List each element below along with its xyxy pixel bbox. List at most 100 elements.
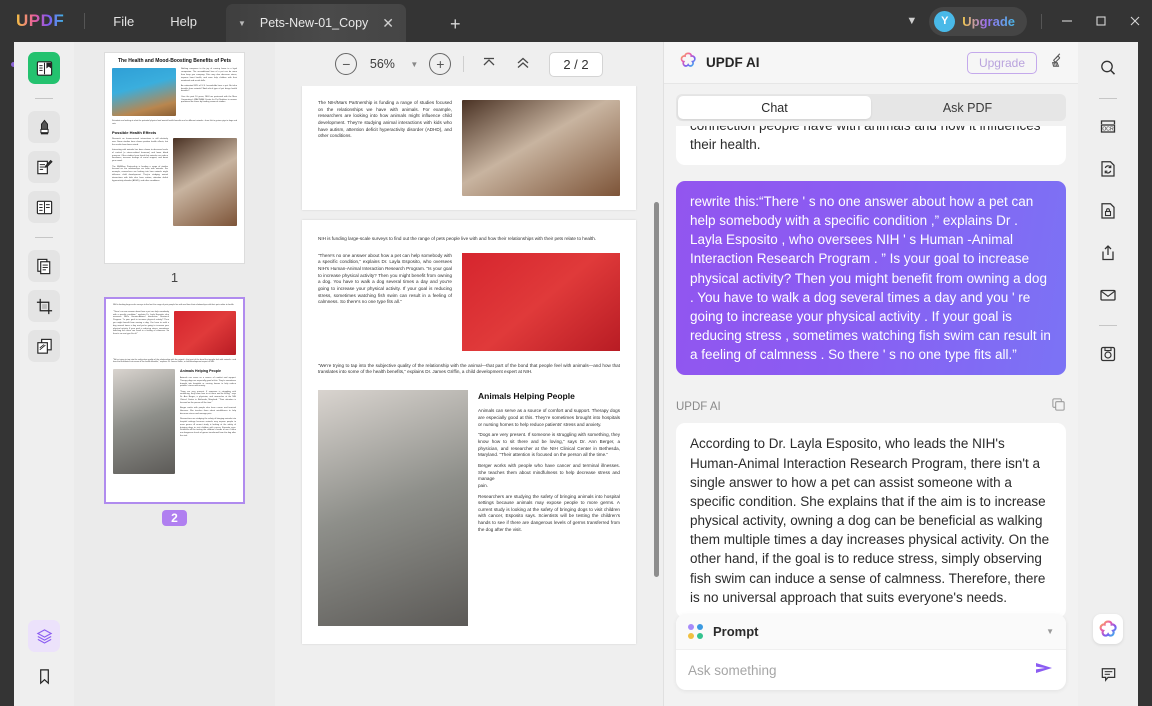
user-message-text: rewrite this:“There ' s no one answer ab…: [690, 194, 1051, 363]
chevron-down-icon[interactable]: ▼: [894, 15, 929, 27]
copy-icon[interactable]: [1051, 397, 1066, 417]
document-scrollbar[interactable]: [654, 202, 659, 577]
document-lock-icon: [1101, 203, 1115, 219]
page2-image-cat: [318, 389, 468, 626]
ocr-icon: OCR: [1100, 120, 1116, 133]
ai-panel-title: UPDF AI: [706, 55, 760, 70]
document-tab[interactable]: ▼ Pets-New-01_Copy ✕: [226, 4, 406, 42]
pdf-page-1-bottom: The NIH/Mars Partnership is funding a ra…: [302, 86, 636, 210]
page2-body-1: Animals can serve as a source of comfort…: [478, 408, 620, 427]
chevron-down-icon[interactable]: ▼: [238, 19, 246, 28]
page2-body-2: “Dogs are very present. If someone is st…: [478, 432, 620, 458]
right-item-search[interactable]: [1092, 52, 1124, 84]
thumb-section: Possible Health Effects: [112, 129, 157, 135]
right-item-share[interactable]: [1092, 237, 1124, 269]
right-dark-edge: [1138, 42, 1152, 706]
ai-upgrade-button[interactable]: Upgrade: [966, 51, 1037, 74]
comment-lines-icon: [1101, 667, 1115, 682]
document-viewer: − 56% ▼ + 2 / 2 The NIH/Mars Partnership…: [275, 42, 663, 706]
updf-ai-flower-icon: [680, 52, 697, 74]
sidebar-item-annotate[interactable]: [28, 111, 60, 143]
sidebar-item-layers[interactable]: [28, 620, 60, 652]
right-item-protect[interactable]: [1092, 195, 1124, 227]
avatar: Y: [934, 10, 956, 32]
page2-quote-1: “There's no one answer about how a pet c…: [318, 252, 452, 305]
zoom-out-button[interactable]: −: [335, 53, 358, 75]
new-tab-button[interactable]: +: [450, 14, 461, 35]
four-dots-icon: [688, 624, 703, 639]
titlebar-divider: [84, 13, 86, 29]
prompt-input[interactable]: [688, 662, 1034, 678]
chat-message-assistant: According to Dr. Layla Esposito, who lea…: [676, 423, 1066, 618]
thumbnail-page-2[interactable]: NIH is funding large-scale surveys to fi…: [104, 297, 245, 504]
window-divider: [1041, 13, 1042, 29]
go-to-top-icon[interactable]: [476, 55, 502, 74]
page2-body-4: Researchers are studying the safety of b…: [478, 493, 620, 532]
send-arrow-icon[interactable]: [1034, 660, 1054, 681]
page2-body-3: Berger works with people who have cancer…: [478, 462, 620, 482]
maximize-icon[interactable]: [1084, 0, 1118, 42]
envelope-icon: [1100, 289, 1116, 301]
page2-intro: NIH is funding large-scale surveys to fi…: [318, 236, 597, 241]
updf-app-window: UPDF File Help ▼ Pets-New-01_Copy ✕ + ▼ …: [0, 0, 1152, 706]
stacked-pages-icon: [36, 338, 52, 354]
sidebar-item-edit[interactable]: [28, 151, 60, 183]
crop-icon: [36, 298, 52, 314]
sidebar-item-organize[interactable]: [28, 330, 60, 362]
ai-panel-header: UPDF AI Upgrade: [664, 42, 1078, 84]
tab-label: Pets-New-01_Copy: [259, 16, 369, 30]
sidebar-item-page-tools[interactable]: [28, 250, 60, 282]
tab-ask-pdf[interactable]: Ask PDF: [871, 96, 1064, 119]
updf-logo-text: UPDF: [16, 11, 65, 30]
toolbar-divider: [463, 56, 465, 72]
sidebar-item-bookmarks[interactable]: [28, 660, 60, 692]
document-sync-icon: [1101, 161, 1115, 177]
titlebar-right-group: ▼ Y Upgrade: [894, 0, 1152, 42]
account-upgrade-button[interactable]: Y Upgrade: [929, 6, 1027, 36]
left-tool-rail: [14, 42, 74, 706]
sidebar-item-form[interactable]: [28, 191, 60, 223]
thumbnail-page-1[interactable]: The Health and Mood-Boosting Benefits of…: [104, 52, 245, 264]
zoom-in-button[interactable]: +: [429, 53, 452, 75]
updf-ai-flower-icon: [1099, 619, 1117, 637]
floppy-save-icon: [1100, 346, 1116, 362]
close-icon[interactable]: ✕: [382, 15, 394, 32]
updf-ai-panel: UPDF AI Upgrade Chat Ask PDF their healt…: [663, 42, 1078, 706]
rail-divider: [1099, 325, 1117, 326]
prompt-header[interactable]: Prompt ▼: [676, 614, 1066, 650]
minimize-icon[interactable]: [1050, 0, 1084, 42]
left-dark-edge: [0, 42, 16, 706]
close-icon[interactable]: [1118, 0, 1152, 42]
broom-icon[interactable]: [1050, 52, 1066, 73]
assistant-message-text: According to Dr. Layla Esposito, who lea…: [690, 436, 1050, 605]
layers-cube-icon: [36, 628, 52, 644]
sidebar-item-crop[interactable]: [28, 290, 60, 322]
right-item-email[interactable]: [1092, 279, 1124, 311]
rail-divider: [1099, 98, 1117, 99]
tab-chat[interactable]: Chat: [678, 96, 871, 119]
book-open-icon: [36, 60, 52, 76]
right-item-ocr[interactable]: OCR: [1092, 111, 1124, 143]
chevron-down-icon[interactable]: ▼: [1046, 627, 1054, 636]
right-item-save[interactable]: [1092, 338, 1124, 370]
page1-paragraph: The NIH/Mars Partnership is funding a ra…: [318, 100, 452, 139]
bookmark-icon: [39, 668, 49, 685]
right-item-comments[interactable]: [1092, 658, 1124, 690]
chevron-down-icon[interactable]: ▼: [407, 60, 421, 69]
thumbnail-label-1: 1: [170, 270, 179, 285]
ai-mode-tabs: Chat Ask PDF: [676, 94, 1066, 121]
menu-help[interactable]: Help: [152, 0, 215, 42]
page2-image-dogs: [462, 252, 620, 351]
viewer-toolbar: − 56% ▼ + 2 / 2: [275, 42, 663, 86]
chat-messages[interactable]: connection people have with animals and …: [664, 126, 1078, 631]
page-indicator[interactable]: 2 / 2: [549, 51, 603, 77]
page-thumbnails-panel[interactable]: The Health and Mood-Boosting Benefits of…: [74, 42, 275, 706]
sidebar-item-reader[interactable]: [28, 52, 60, 84]
right-item-convert[interactable]: [1092, 153, 1124, 185]
document-scroll-area[interactable]: The NIH/Mars Partnership is funding a ra…: [275, 86, 663, 706]
right-item-updf-ai[interactable]: [1093, 614, 1123, 644]
assistant-label-row: UPDF AI: [676, 397, 1066, 417]
chevron-up-double-icon[interactable]: [510, 55, 536, 74]
search-icon: [1101, 60, 1116, 75]
menu-file[interactable]: File: [95, 0, 152, 42]
